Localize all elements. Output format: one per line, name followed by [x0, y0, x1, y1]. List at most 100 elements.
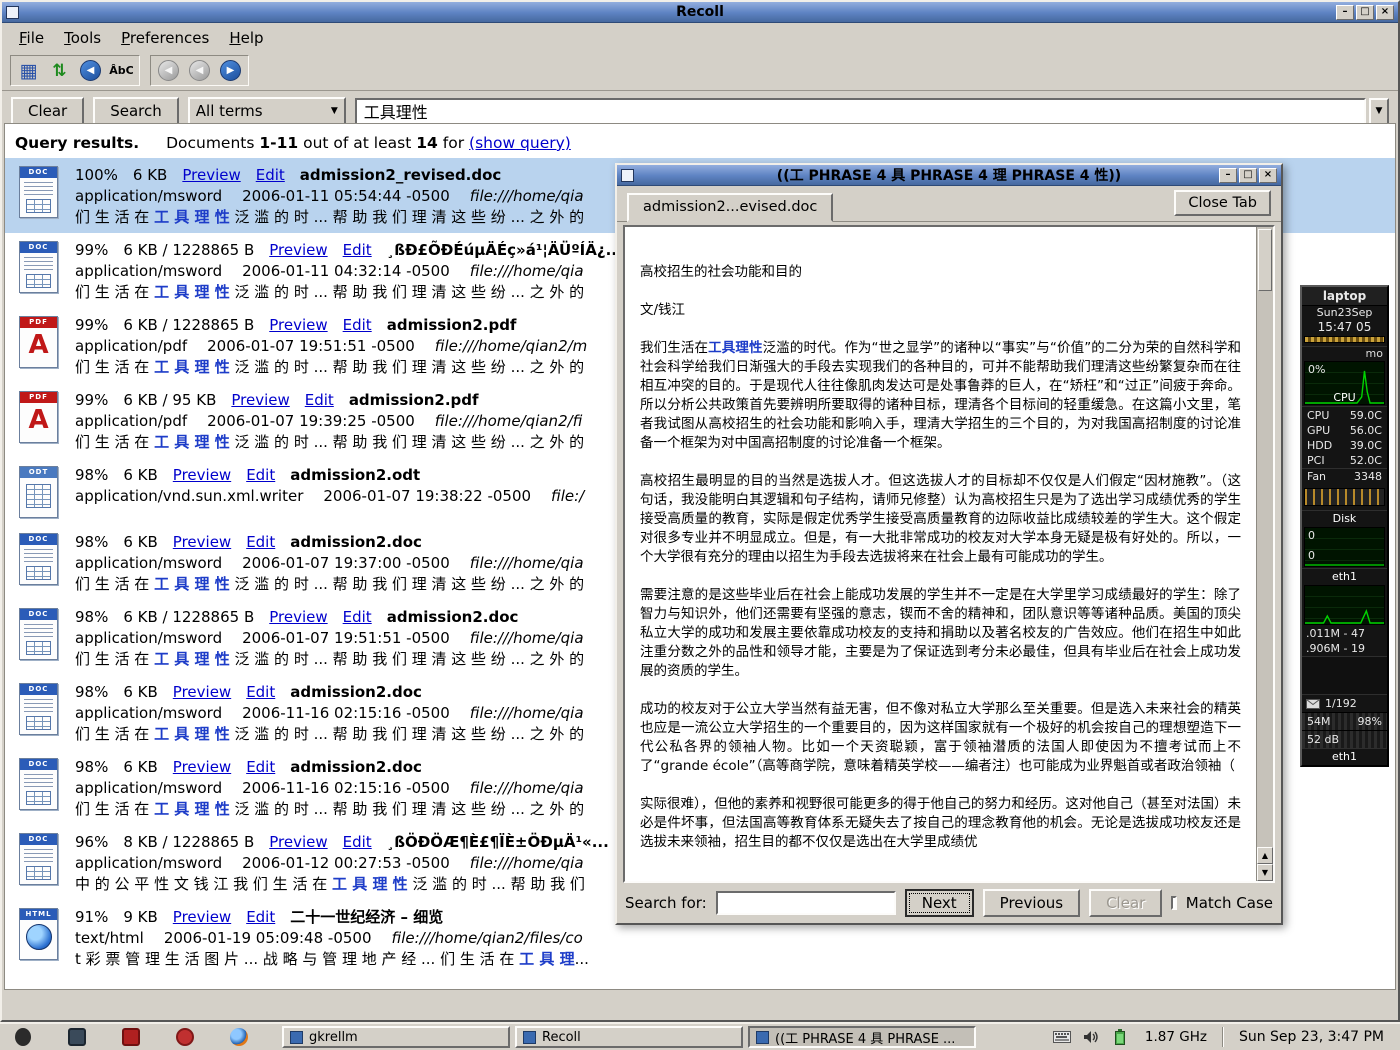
gkrellm-monitor[interactable]: laptop Sun23Sep 15:47 05 mo 0% CPU CPU59…	[1300, 285, 1389, 767]
preview-scrollbar[interactable]: ▲ ▼	[1256, 227, 1273, 881]
preview-document-text: 高校招生的社会功能和目的文/钱江我们生活在工具理性泛滥的时代。作为“世之显学”的…	[640, 263, 1241, 852]
terminal-icon[interactable]	[120, 1026, 142, 1048]
toolbar-group-tools: ▦ ⇅ ◀ ÂbC	[10, 55, 140, 86]
show-query-link[interactable]: (show query)	[469, 134, 571, 152]
result-date: 2006-11-16 02:15:16 -0500	[242, 704, 450, 722]
file-icon-doc[interactable]: DOC	[15, 239, 62, 295]
preview-link[interactable]: Preview	[173, 466, 231, 484]
result-url: file:///home/qian2/m	[435, 337, 587, 355]
search-mode-combo[interactable]: All terms ▼	[188, 97, 346, 125]
scroll-down-button[interactable]: ▼	[1257, 864, 1273, 881]
preview-link[interactable]: Preview	[173, 533, 231, 551]
envelope-icon	[1306, 699, 1320, 709]
edit-link[interactable]: Edit	[343, 316, 372, 334]
scroll-up-button[interactable]: ▲	[1257, 847, 1273, 864]
file-icon-doc[interactable]: DOC	[15, 164, 62, 220]
match-case-checkbox[interactable]	[1171, 896, 1176, 910]
find-previous-button[interactable]: Previous	[983, 889, 1080, 917]
result-abstract: 们 生 活 在 工 具 理 性 泛 滥 的 时 ... 帮 助 我 们 理 清 …	[75, 799, 604, 820]
doc-history-button[interactable]: ▦	[15, 58, 42, 83]
menu-preferences[interactable]: Preferences	[112, 27, 218, 49]
term-explorer-button[interactable]: ◀	[77, 58, 104, 83]
search-button[interactable]: Search	[93, 97, 179, 125]
preview-text-segment: 实际很难），但他的素养和视野很可能更多的得于他自己的努力和经历。这对他自己（甚至…	[640, 796, 1241, 850]
find-input[interactable]	[716, 891, 896, 915]
preview-link[interactable]: Preview	[182, 166, 240, 184]
preview-link[interactable]: Preview	[173, 683, 231, 701]
scrollbar-thumb[interactable]	[1258, 229, 1272, 291]
preview-link[interactable]: Preview	[269, 316, 327, 334]
recoll-titlebar[interactable]: Recoll – □ ×	[2, 2, 1398, 23]
taskbar-task[interactable]: ((工 PHRASE 4 具 PHRASE ...	[748, 1026, 976, 1048]
abstract-segment: 们 生 活 在	[75, 650, 154, 668]
preview-link[interactable]: Preview	[173, 908, 231, 926]
mail-icon2[interactable]	[174, 1026, 196, 1048]
preview-close-button[interactable]: ×	[1259, 168, 1277, 183]
close-button[interactable]: ×	[1376, 5, 1394, 20]
preview-link[interactable]: Preview	[269, 241, 327, 259]
edit-link[interactable]: Edit	[343, 241, 372, 259]
file-icon-doc[interactable]: DOC	[15, 531, 62, 587]
edit-link[interactable]: Edit	[343, 833, 372, 851]
edit-link[interactable]: Edit	[246, 758, 275, 776]
preview-link[interactable]: Preview	[173, 758, 231, 776]
mail-count: 1/192	[1325, 696, 1357, 711]
edit-link[interactable]: Edit	[246, 908, 275, 926]
search-input[interactable]	[355, 98, 1366, 125]
close-tab-button[interactable]: Close Tab	[1174, 190, 1271, 216]
screen-icon[interactable]	[66, 1026, 88, 1048]
preview-maximize-button[interactable]: □	[1239, 168, 1257, 183]
maximize-button[interactable]: □	[1356, 5, 1374, 20]
preview-text-area[interactable]: 高校招生的社会功能和目的文/钱江我们生活在工具理性泛滥的时代。作为“世之显学”的…	[623, 225, 1275, 883]
minimize-button[interactable]: –	[1336, 5, 1354, 20]
menu-tools[interactable]: Tools	[55, 27, 110, 49]
table-icon: ▦	[20, 60, 38, 82]
nav-first-button[interactable]: ◀	[155, 58, 182, 83]
volume-icon[interactable]	[1081, 1028, 1101, 1046]
find-next-button[interactable]: Next	[905, 889, 974, 917]
menu-help[interactable]: Help	[220, 27, 272, 49]
preview-minimize-button[interactable]: –	[1219, 168, 1237, 183]
edit-link[interactable]: Edit	[246, 683, 275, 701]
keyboard-layout-icon[interactable]	[1052, 1028, 1072, 1046]
abstract-segment: 中 的 公 平 性 文 钱 江 我 们 生 活 在	[75, 875, 332, 893]
file-icon-doc[interactable]: DOC	[15, 756, 62, 812]
file-icon-doc[interactable]: DOC	[15, 606, 62, 662]
file-icon-doc[interactable]: DOC	[15, 681, 62, 737]
preview-link[interactable]: Preview	[269, 833, 327, 851]
edit-link[interactable]: Edit	[246, 466, 275, 484]
taskbar-task[interactable]: Recoll	[515, 1026, 743, 1048]
edit-link[interactable]: Edit	[256, 166, 285, 184]
file-icon-odt[interactable]: ODT	[15, 464, 62, 520]
preview-titlebar[interactable]: ((工 PHRASE 4 具 PHRASE 4 理 PHRASE 4 性)) –…	[617, 165, 1281, 186]
spellcheck-button[interactable]: ÂbC	[108, 58, 135, 83]
result-abstract: 们 生 活 在 工 具 理 性 泛 滥 的 时 ... 帮 助 我 们 理 清 …	[75, 649, 604, 670]
result-abstract: 中 的 公 平 性 文 钱 江 我 们 生 活 在 工 具 理 性 泛 滥 的 …	[75, 874, 624, 895]
edit-link[interactable]: Edit	[305, 391, 334, 409]
launcher-icons	[6, 1026, 250, 1048]
file-icon-doc[interactable]: DOC	[15, 831, 62, 887]
footprints-icon[interactable]	[12, 1026, 34, 1048]
menu-file[interactable]: File	[10, 27, 53, 49]
preview-link[interactable]: Preview	[231, 391, 289, 409]
sort-button[interactable]: ⇅	[46, 58, 73, 83]
file-icon-pdf[interactable]: PDFA	[15, 314, 62, 370]
taskbar-task[interactable]: gkrellm	[282, 1026, 510, 1048]
query-history-button[interactable]: ▼	[1369, 98, 1389, 125]
file-icon-html[interactable]: HTML	[15, 906, 62, 962]
find-clear-button[interactable]: Clear	[1089, 889, 1162, 917]
edit-link[interactable]: Edit	[246, 533, 275, 551]
result-line1: 99%6 KB / 95 KBPreviewEditadmission2.pdf	[75, 389, 602, 411]
result-date: 2006-01-07 19:39:25 -0500	[207, 412, 415, 430]
preview-link[interactable]: Preview	[269, 608, 327, 626]
firefox-icon[interactable]	[228, 1026, 250, 1048]
nav-forward-button[interactable]: ▶	[217, 58, 244, 83]
clear-button[interactable]: Clear	[11, 97, 84, 125]
battery-icon[interactable]	[1110, 1028, 1130, 1046]
preview-tab[interactable]: admission2...evised.doc	[627, 193, 833, 222]
nav-back-button[interactable]: ◀	[186, 58, 213, 83]
next-page-link[interactable]: Next	[679, 989, 721, 990]
taskbar: gkrellmRecoll((工 PHRASE 4 具 PHRASE ... 1…	[0, 1022, 1400, 1050]
file-icon-pdf[interactable]: PDFA	[15, 389, 62, 445]
edit-link[interactable]: Edit	[343, 608, 372, 626]
